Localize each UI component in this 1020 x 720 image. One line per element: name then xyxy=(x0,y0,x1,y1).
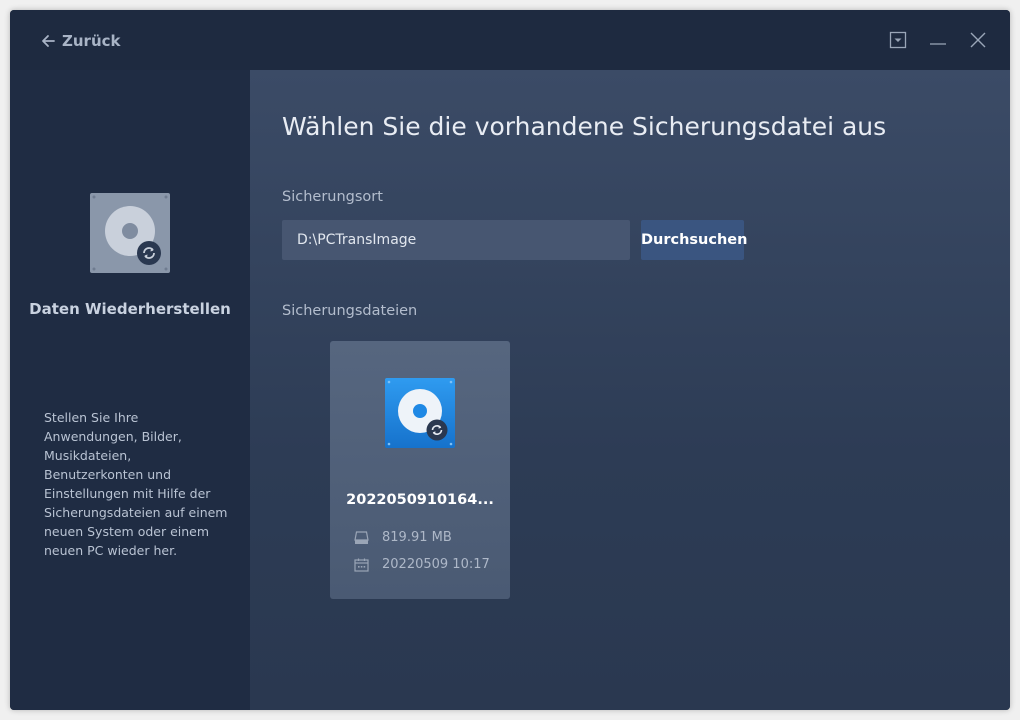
disk-restore-icon xyxy=(90,193,170,273)
backup-location-input[interactable] xyxy=(282,220,630,260)
location-label: Sicherungsort xyxy=(282,189,383,205)
file-name: 2022050910164... xyxy=(346,492,494,508)
main-panel: Wählen Sie die vorhandene Sicherungsdate… xyxy=(250,70,1010,710)
close-button[interactable] xyxy=(966,28,990,52)
file-size-row: 819.91 MB xyxy=(354,530,452,545)
arrow-left-icon xyxy=(42,35,55,47)
back-label: Zurück xyxy=(62,32,121,50)
back-button[interactable]: Zurück xyxy=(40,30,121,52)
title-bar: Zurück xyxy=(10,10,1010,70)
close-icon xyxy=(970,32,986,48)
dropdown-box-icon xyxy=(889,31,907,49)
sidebar: Daten Wiederherstellen Stellen Sie Ihre … xyxy=(10,70,250,710)
drive-icon xyxy=(354,530,369,544)
file-size: 819.91 MB xyxy=(382,530,452,545)
minimize-to-tray-button[interactable] xyxy=(886,28,910,52)
file-date-row: 20220509 10:17 xyxy=(354,557,490,572)
minimize-icon xyxy=(930,43,946,45)
minimize-button[interactable] xyxy=(926,28,950,52)
sidebar-title: Daten Wiederherstellen xyxy=(29,300,231,318)
page-title: Wählen Sie die vorhandene Sicherungsdate… xyxy=(282,112,887,141)
calendar-icon xyxy=(354,558,369,572)
window-controls xyxy=(870,28,990,52)
browse-button[interactable]: Durchsuchen xyxy=(641,220,747,260)
sidebar-description: Stellen Sie Ihre Anwendungen, Bilder, Mu… xyxy=(44,410,228,558)
backup-file-card[interactable]: 2022050910164... 819.91 MB 20220509 10:1… xyxy=(330,341,510,599)
files-label: Sicherungsdateien xyxy=(282,303,418,319)
backup-file-icon xyxy=(385,378,455,448)
file-date: 20220509 10:17 xyxy=(382,557,490,572)
app-window: Zurück Daten Wiederherstellen Stellen Si… xyxy=(10,10,1010,710)
